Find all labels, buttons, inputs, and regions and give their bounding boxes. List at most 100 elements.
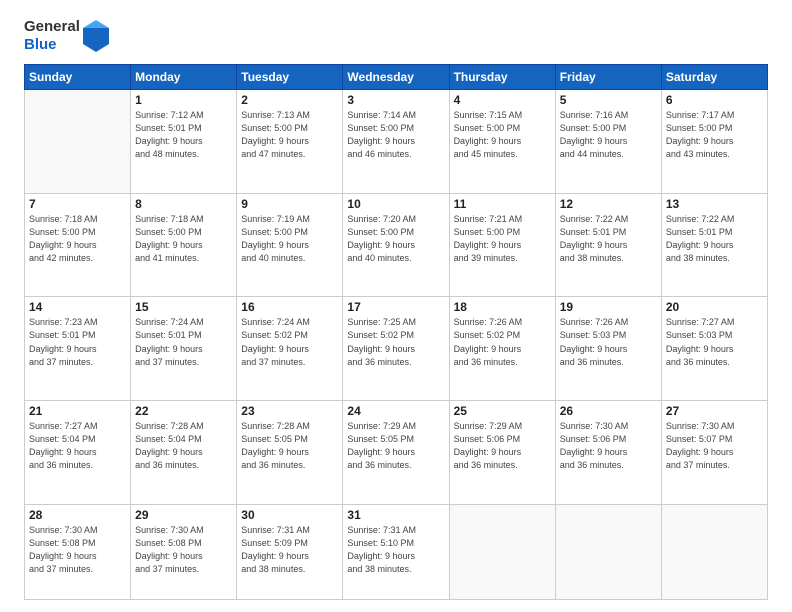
calendar-cell: 29 Sunrise: 7:30 AMSunset: 5:08 PMDayligh… bbox=[131, 504, 237, 599]
calendar-header-monday: Monday bbox=[131, 65, 237, 90]
calendar-cell: 1 Sunrise: 7:12 AMSunset: 5:01 PMDaylight… bbox=[131, 90, 237, 194]
day-info: Sunrise: 7:18 AMSunset: 5:00 PMDaylight:… bbox=[29, 213, 126, 265]
day-info: Sunrise: 7:22 AMSunset: 5:01 PMDaylight:… bbox=[666, 213, 763, 265]
calendar-cell: 20Sunrise: 7:27 AMSunset: 5:03 PMDayligh… bbox=[661, 297, 767, 401]
day-number: 11 bbox=[454, 197, 551, 211]
day-info: Sunrise: 7:18 AMSunset: 5:00 PMDaylight:… bbox=[135, 213, 232, 265]
day-number: 20 bbox=[666, 300, 763, 314]
day-number: 7 bbox=[29, 197, 126, 211]
calendar-cell: 17Sunrise: 7:25 AMSunset: 5:02 PMDayligh… bbox=[343, 297, 449, 401]
day-number: 31 bbox=[347, 508, 444, 522]
day-number: 24 bbox=[347, 404, 444, 418]
calendar-cell bbox=[449, 504, 555, 599]
day-number: 27 bbox=[666, 404, 763, 418]
calendar-header-thursday: Thursday bbox=[449, 65, 555, 90]
calendar-cell bbox=[555, 504, 661, 599]
day-number: 4 bbox=[454, 93, 551, 107]
day-info: Sunrise: 7:20 AMSunset: 5:00 PMDaylight:… bbox=[347, 213, 444, 265]
day-number: 13 bbox=[666, 197, 763, 211]
day-info: Sunrise: 7:25 AMSunset: 5:02 PMDaylight:… bbox=[347, 316, 444, 368]
calendar-cell: 6Sunrise: 7:17 AMSunset: 5:00 PMDaylight… bbox=[661, 90, 767, 194]
day-number: 22 bbox=[135, 404, 232, 418]
day-info: Sunrise: 7:29 AMSunset: 5:05 PMDaylight:… bbox=[347, 420, 444, 472]
day-info: Sunrise: 7:14 AMSunset: 5:00 PMDaylight:… bbox=[347, 109, 444, 161]
day-info: Sunrise: 7:21 AMSunset: 5:00 PMDaylight:… bbox=[454, 213, 551, 265]
calendar-cell: 10Sunrise: 7:20 AMSunset: 5:00 PMDayligh… bbox=[343, 193, 449, 297]
calendar-table: SundayMondayTuesdayWednesdayThursdayFrid… bbox=[24, 64, 768, 600]
calendar-cell: 11 Sunrise: 7:21 AMSunset: 5:00 PMDayligh… bbox=[449, 193, 555, 297]
logo-blue-text: Blue bbox=[24, 36, 57, 54]
day-info: Sunrise: 7:17 AMSunset: 5:00 PMDaylight:… bbox=[666, 109, 763, 161]
day-info: Sunrise: 7:12 AMSunset: 5:01 PMDaylight:… bbox=[135, 109, 232, 161]
day-info: Sunrise: 7:28 AMSunset: 5:04 PMDaylight:… bbox=[135, 420, 232, 472]
calendar-cell: 13 Sunrise: 7:22 AMSunset: 5:01 PMDayligh… bbox=[661, 193, 767, 297]
day-info: Sunrise: 7:27 AMSunset: 5:04 PMDaylight:… bbox=[29, 420, 126, 472]
calendar-cell: 24 Sunrise: 7:29 AMSunset: 5:05 PMDayligh… bbox=[343, 401, 449, 505]
day-number: 30 bbox=[241, 508, 338, 522]
day-info: Sunrise: 7:26 AMSunset: 5:03 PMDaylight:… bbox=[560, 316, 657, 368]
day-number: 15 bbox=[135, 300, 232, 314]
day-number: 9 bbox=[241, 197, 338, 211]
logo-general-text: General bbox=[24, 18, 80, 36]
calendar-cell: 9 Sunrise: 7:19 AMSunset: 5:00 PMDaylight… bbox=[237, 193, 343, 297]
day-info: Sunrise: 7:22 AMSunset: 5:01 PMDaylight:… bbox=[560, 213, 657, 265]
calendar-header-friday: Friday bbox=[555, 65, 661, 90]
day-info: Sunrise: 7:13 AMSunset: 5:00 PMDaylight:… bbox=[241, 109, 338, 161]
calendar-week-row: 7 Sunrise: 7:18 AMSunset: 5:00 PMDaylight… bbox=[25, 193, 768, 297]
day-number: 23 bbox=[241, 404, 338, 418]
day-number: 5 bbox=[560, 93, 657, 107]
day-info: Sunrise: 7:24 AMSunset: 5:02 PMDaylight:… bbox=[241, 316, 338, 368]
day-number: 21 bbox=[29, 404, 126, 418]
calendar-cell: 16 Sunrise: 7:24 AMSunset: 5:02 PMDayligh… bbox=[237, 297, 343, 401]
day-info: Sunrise: 7:23 AMSunset: 5:01 PMDaylight:… bbox=[29, 316, 126, 368]
day-number: 16 bbox=[241, 300, 338, 314]
day-info: Sunrise: 7:30 AMSunset: 5:08 PMDaylight:… bbox=[29, 524, 126, 576]
day-number: 1 bbox=[135, 93, 232, 107]
calendar-cell: 4 Sunrise: 7:15 AMSunset: 5:00 PMDaylight… bbox=[449, 90, 555, 194]
calendar-cell: 27Sunrise: 7:30 AMSunset: 5:07 PMDayligh… bbox=[661, 401, 767, 505]
calendar-cell: 14 Sunrise: 7:23 AMSunset: 5:01 PMDayligh… bbox=[25, 297, 131, 401]
day-info: Sunrise: 7:15 AMSunset: 5:00 PMDaylight:… bbox=[454, 109, 551, 161]
day-number: 2 bbox=[241, 93, 338, 107]
day-number: 12 bbox=[560, 197, 657, 211]
day-info: Sunrise: 7:16 AMSunset: 5:00 PMDaylight:… bbox=[560, 109, 657, 161]
calendar-cell bbox=[25, 90, 131, 194]
day-number: 8 bbox=[135, 197, 232, 211]
calendar-cell: 28 Sunrise: 7:30 AMSunset: 5:08 PMDayligh… bbox=[25, 504, 131, 599]
day-number: 26 bbox=[560, 404, 657, 418]
calendar-cell: 31Sunrise: 7:31 AMSunset: 5:10 PMDayligh… bbox=[343, 504, 449, 599]
calendar-header-tuesday: Tuesday bbox=[237, 65, 343, 90]
calendar-cell: 5 Sunrise: 7:16 AMSunset: 5:00 PMDaylight… bbox=[555, 90, 661, 194]
logo: General Blue bbox=[24, 18, 109, 54]
day-info: Sunrise: 7:30 AMSunset: 5:06 PMDaylight:… bbox=[560, 420, 657, 472]
calendar-week-row: 14 Sunrise: 7:23 AMSunset: 5:01 PMDayligh… bbox=[25, 297, 768, 401]
calendar-cell: 15Sunrise: 7:24 AMSunset: 5:01 PMDayligh… bbox=[131, 297, 237, 401]
day-info: Sunrise: 7:19 AMSunset: 5:00 PMDaylight:… bbox=[241, 213, 338, 265]
calendar-cell: 25 Sunrise: 7:29 AMSunset: 5:06 PMDayligh… bbox=[449, 401, 555, 505]
calendar-week-row: 28 Sunrise: 7:30 AMSunset: 5:08 PMDayligh… bbox=[25, 504, 768, 599]
day-info: Sunrise: 7:30 AMSunset: 5:08 PMDaylight:… bbox=[135, 524, 232, 576]
day-info: Sunrise: 7:31 AMSunset: 5:09 PMDaylight:… bbox=[241, 524, 338, 576]
calendar-cell: 23 Sunrise: 7:28 AMSunset: 5:05 PMDayligh… bbox=[237, 401, 343, 505]
calendar-cell: 26 Sunrise: 7:30 AMSunset: 5:06 PMDayligh… bbox=[555, 401, 661, 505]
calendar-header-sunday: Sunday bbox=[25, 65, 131, 90]
page: General Blue SundayMondayTuesdayWednesda… bbox=[0, 0, 792, 612]
day-number: 18 bbox=[454, 300, 551, 314]
day-info: Sunrise: 7:28 AMSunset: 5:05 PMDaylight:… bbox=[241, 420, 338, 472]
calendar-week-row: 1 Sunrise: 7:12 AMSunset: 5:01 PMDaylight… bbox=[25, 90, 768, 194]
logo-arrow-icon bbox=[83, 20, 109, 52]
calendar-header-wednesday: Wednesday bbox=[343, 65, 449, 90]
calendar-cell bbox=[661, 504, 767, 599]
day-number: 3 bbox=[347, 93, 444, 107]
calendar-cell: 21 Sunrise: 7:27 AMSunset: 5:04 PMDayligh… bbox=[25, 401, 131, 505]
calendar-cell: 8 Sunrise: 7:18 AMSunset: 5:00 PMDaylight… bbox=[131, 193, 237, 297]
calendar-cell: 18Sunrise: 7:26 AMSunset: 5:02 PMDayligh… bbox=[449, 297, 555, 401]
day-number: 14 bbox=[29, 300, 126, 314]
calendar-week-row: 21 Sunrise: 7:27 AMSunset: 5:04 PMDayligh… bbox=[25, 401, 768, 505]
day-number: 28 bbox=[29, 508, 126, 522]
calendar-cell: 12 Sunrise: 7:22 AMSunset: 5:01 PMDayligh… bbox=[555, 193, 661, 297]
day-number: 25 bbox=[454, 404, 551, 418]
day-info: Sunrise: 7:29 AMSunset: 5:06 PMDaylight:… bbox=[454, 420, 551, 472]
day-number: 29 bbox=[135, 508, 232, 522]
calendar-cell: 3 Sunrise: 7:14 AMSunset: 5:00 PMDaylight… bbox=[343, 90, 449, 194]
